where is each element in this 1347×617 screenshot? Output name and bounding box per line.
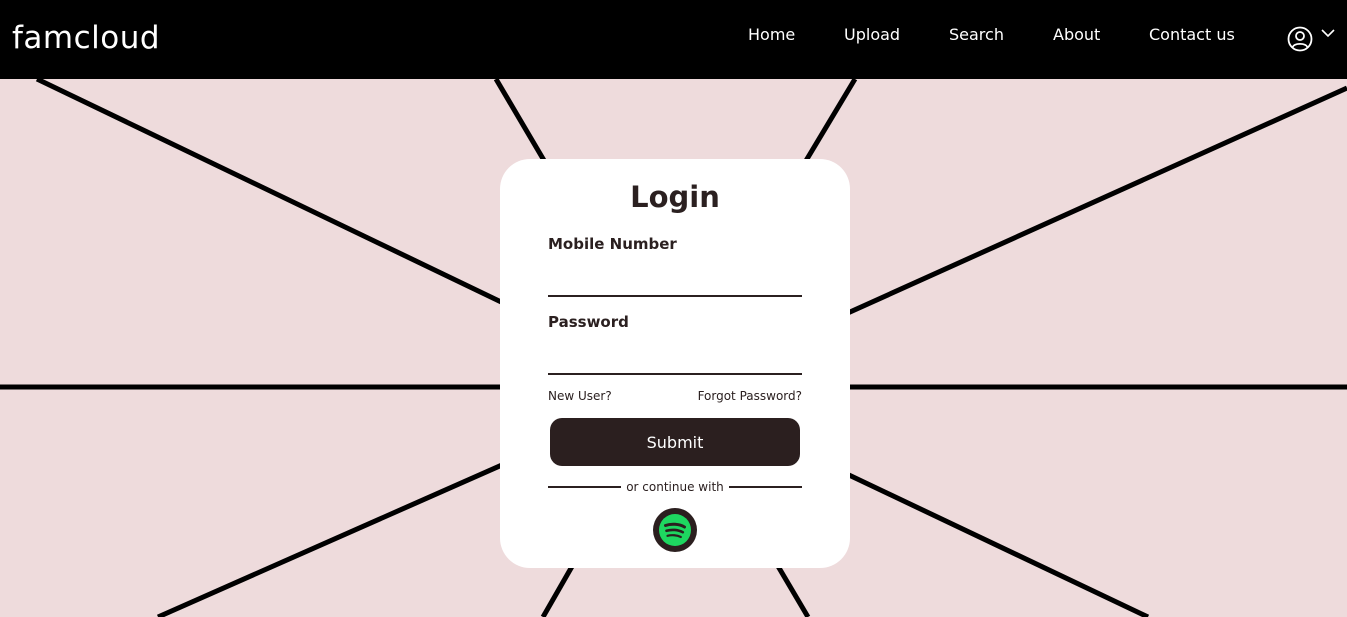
user-circle-icon — [1287, 26, 1313, 52]
brand-logo[interactable]: famcloud — [12, 18, 160, 58]
navbar: famcloud Home Upload Search About Contac… — [0, 0, 1347, 79]
nav-link-upload[interactable]: Upload — [844, 24, 900, 46]
nav-link-home[interactable]: Home — [748, 24, 795, 46]
login-card: Login Mobile Number Password New User? F… — [500, 159, 850, 568]
spotify-login-button[interactable] — [653, 508, 697, 552]
nav-link-about[interactable]: About — [1053, 24, 1100, 46]
spotify-icon — [653, 508, 697, 552]
mobile-number-label: Mobile Number — [548, 235, 677, 253]
mobile-number-input[interactable] — [548, 267, 802, 297]
divider-line-right — [729, 486, 802, 488]
password-label: Password — [548, 313, 629, 331]
nav-link-contact[interactable]: Contact us — [1149, 24, 1235, 46]
nav-link-search[interactable]: Search — [949, 24, 1004, 46]
login-title: Login — [630, 180, 720, 214]
password-input[interactable] — [548, 345, 802, 375]
forgot-password-link[interactable]: Forgot Password? — [698, 388, 802, 404]
submit-button[interactable]: Submit — [550, 418, 800, 466]
user-menu[interactable] — [1286, 25, 1336, 53]
new-user-link[interactable]: New User? — [548, 388, 612, 404]
chevron-down-icon — [1321, 29, 1335, 38]
